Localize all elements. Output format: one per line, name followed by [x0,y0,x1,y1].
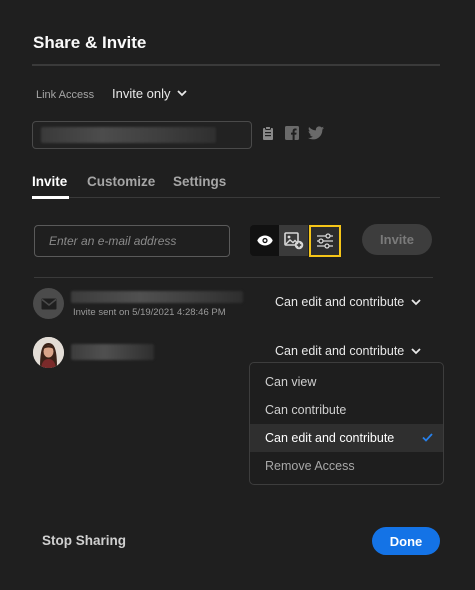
profile-photo [33,337,64,368]
link-access-dropdown[interactable]: Invite only [112,86,187,101]
link-access-label: Link Access [36,89,95,101]
collaborator-row: Invite sent on 5/19/2021 4:28:46 PM Can … [33,288,433,320]
facebook-icon[interactable] [285,126,299,145]
share-link-field[interactable] [32,121,252,149]
clipboard-icon[interactable] [262,126,274,145]
list-divider [34,277,433,278]
stop-sharing-button[interactable]: Stop Sharing [42,533,126,548]
chevron-down-icon [411,298,421,305]
custom-permission-toggle[interactable] [309,225,341,257]
chevron-down-icon [411,347,421,354]
tab-bar: Invite Customize Settings [32,174,440,198]
sliders-icon [317,233,333,249]
permission-menu: Can view Can contribute Can edit and con… [249,362,444,485]
menu-item-can-contribute[interactable]: Can contribute [250,396,443,424]
chevron-down-icon [176,90,187,97]
redacted-link [41,127,216,143]
checkmark-icon [422,424,433,452]
dialog-title: Share & Invite [33,33,147,52]
tab-customize[interactable]: Customize [87,174,155,189]
redacted-email [71,291,243,303]
share-invite-dialog: Share & Invite Link Access Invite only I… [0,0,475,590]
menu-item-label: Remove Access [265,459,355,473]
permission-dropdown[interactable]: Can edit and contribute [275,344,421,358]
active-tab-indicator [32,196,69,199]
redacted-name [71,344,154,360]
eye-icon [256,235,273,246]
permission-value: Can edit and contribute [275,344,405,358]
invite-sent-note: Invite sent on 5/19/2021 4:28:46 PM [73,307,226,318]
email-input[interactable] [34,225,230,257]
twitter-icon[interactable] [308,126,324,145]
tab-divider [32,197,440,198]
tab-invite[interactable]: Invite [32,174,67,189]
done-button[interactable]: Done [372,527,440,555]
menu-item-label: Can contribute [265,403,347,417]
invite-button[interactable]: Invite [362,224,432,255]
image-add-icon [283,231,303,249]
menu-item-label: Can view [265,375,317,389]
permission-value: Can edit and contribute [275,295,405,309]
menu-item-can-view[interactable]: Can view [250,368,443,396]
view-permission-toggle[interactable] [250,225,279,256]
tab-settings[interactable]: Settings [173,174,226,189]
contribute-permission-toggle[interactable] [279,225,308,256]
mail-icon [33,288,64,319]
title-divider [32,64,440,66]
menu-item-can-edit-and-contribute[interactable]: Can edit and contribute [250,424,443,452]
permission-dropdown[interactable]: Can edit and contribute [275,295,421,309]
menu-item-remove-access[interactable]: Remove Access [250,452,443,480]
menu-item-label: Can edit and contribute [265,431,395,445]
link-access-value: Invite only [112,86,171,101]
